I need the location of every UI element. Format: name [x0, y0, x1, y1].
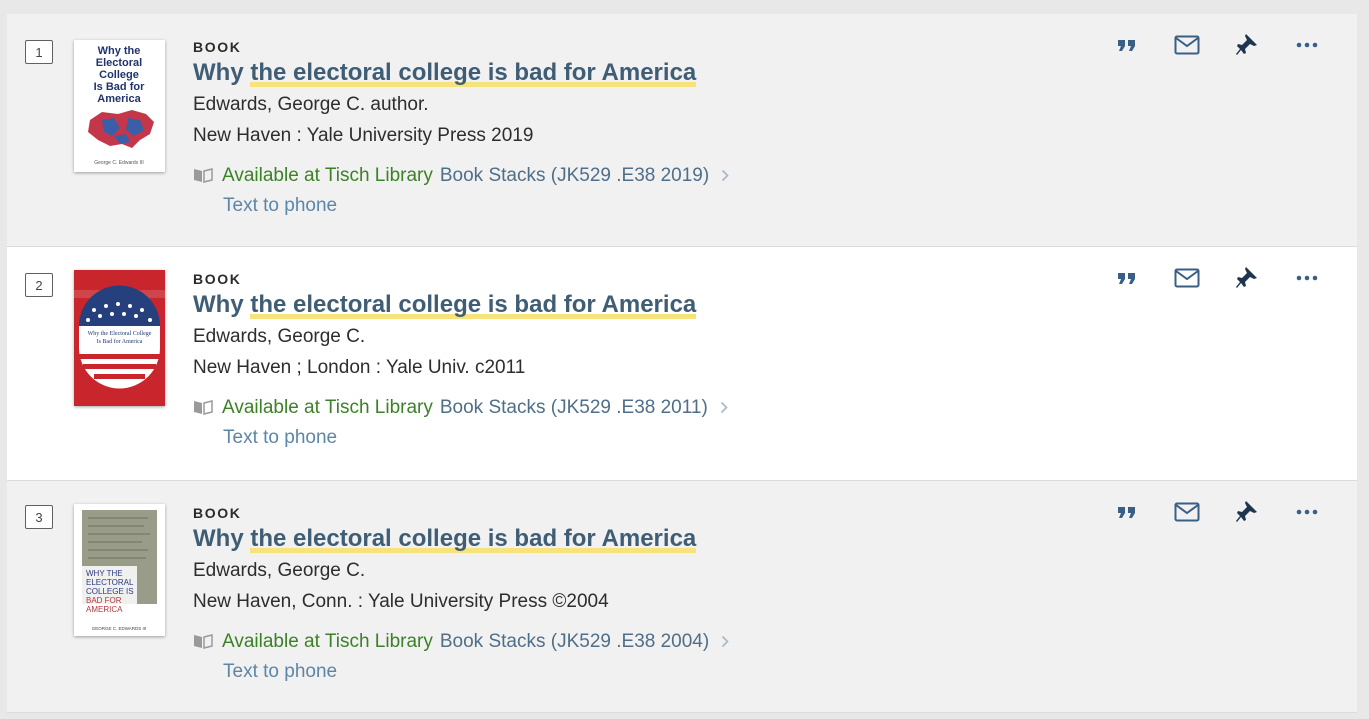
result-title-link[interactable]: Why the electoral college is bad for Ame… — [193, 59, 729, 89]
pin-button[interactable] — [1217, 263, 1277, 293]
result-actions — [1097, 263, 1337, 293]
chevron-right-icon[interactable] — [720, 401, 728, 414]
cite-button[interactable] — [1097, 497, 1157, 527]
result-author: Edwards, George C. author. — [193, 94, 429, 115]
email-button[interactable] — [1157, 263, 1217, 293]
svg-text:WHY THE: WHY THE — [86, 569, 123, 578]
result-actions — [1097, 30, 1337, 60]
title-highlight: the electoral college is bad for America — [250, 291, 697, 319]
quote-icon — [1118, 507, 1135, 518]
result-author: Edwards, George C. — [193, 560, 366, 581]
email-button[interactable] — [1157, 497, 1217, 527]
availability-line[interactable]: Available at Tisch Library Book Stacks (J… — [193, 161, 729, 191]
title-prefix: Why — [193, 291, 251, 318]
open-book-icon — [194, 634, 213, 649]
resource-type: BOOK — [193, 505, 242, 521]
pushpin-icon — [1236, 267, 1257, 288]
cite-button[interactable] — [1097, 263, 1157, 293]
result-item: 3 WHY THE ELECTORAL COLLEGE IS BAD FOR A… — [7, 481, 1357, 713]
availability-line[interactable]: Available at Tisch Library Book Stacks (J… — [193, 393, 728, 423]
pin-button[interactable] — [1217, 30, 1277, 60]
open-book-icon — [194, 400, 213, 415]
svg-text:Is Bad for: Is Bad for — [94, 81, 145, 93]
open-book-icon — [194, 168, 213, 183]
result-info: BOOK Why the electoral college is bad fo… — [193, 270, 728, 453]
envelope-icon — [1174, 35, 1200, 55]
pushpin-icon — [1236, 501, 1257, 522]
result-publisher: New Haven : Yale University Press 2019 — [193, 125, 534, 146]
result-index: 1 — [25, 40, 53, 64]
email-button[interactable] — [1157, 30, 1217, 60]
result-index: 2 — [25, 273, 53, 297]
title-highlight: the electoral college is bad for America — [250, 59, 697, 87]
svg-text:COLLEGE IS: COLLEGE IS — [86, 587, 134, 596]
title-prefix: Why — [193, 59, 251, 86]
svg-text:Why the Electoral College: Why the Electoral College — [88, 331, 152, 337]
cite-button[interactable] — [1097, 30, 1157, 60]
svg-text:College: College — [99, 69, 139, 81]
svg-text:AMERICA: AMERICA — [86, 605, 123, 614]
book-cover[interactable]: WHY THE ELECTORAL COLLEGE IS BAD FOR AME… — [74, 504, 165, 636]
availability-line[interactable]: Available at Tisch Library Book Stacks (J… — [193, 627, 729, 657]
result-item: 1 Why the Electoral College Is Bad for A… — [7, 14, 1357, 247]
title-prefix: Why — [193, 525, 251, 552]
text-to-phone-link[interactable]: Text to phone — [223, 423, 728, 453]
resource-type: BOOK — [193, 271, 242, 287]
quote-icon — [1118, 273, 1135, 284]
results-list: 1 Why the Electoral College Is Bad for A… — [7, 14, 1357, 713]
title-highlight: the electoral college is bad for America — [250, 525, 697, 553]
more-actions-button[interactable] — [1277, 497, 1337, 527]
text-to-phone-link[interactable]: Text to phone — [223, 657, 729, 687]
more-actions-button[interactable] — [1277, 30, 1337, 60]
text-to-phone-link[interactable]: Text to phone — [223, 191, 729, 221]
envelope-icon — [1174, 502, 1200, 522]
result-info: BOOK Why the electoral college is bad fo… — [193, 38, 729, 221]
result-publisher: New Haven, Conn. : Yale University Press… — [193, 591, 609, 612]
availability-status[interactable]: Available at Tisch Library — [222, 397, 433, 418]
svg-text:America: America — [97, 93, 141, 105]
result-title-link[interactable]: Why the electoral college is bad for Ame… — [193, 525, 729, 555]
availability-status[interactable]: Available at Tisch Library — [222, 631, 433, 652]
pin-button[interactable] — [1217, 497, 1277, 527]
svg-text:Why the: Why the — [98, 45, 141, 57]
ellipsis-icon — [1296, 509, 1318, 515]
svg-text:GEORGE C. EDWARDS III: GEORGE C. EDWARDS III — [92, 626, 147, 631]
quote-icon — [1118, 40, 1135, 51]
availability-location[interactable]: Book Stacks (JK529 .E38 2019) — [440, 165, 709, 186]
more-actions-button[interactable] — [1277, 263, 1337, 293]
pushpin-icon — [1236, 34, 1257, 55]
result-publisher: New Haven ; London : Yale Univ. c2011 — [193, 357, 526, 378]
ellipsis-icon — [1296, 275, 1318, 281]
svg-text:BAD FOR: BAD FOR — [86, 596, 122, 605]
result-info: BOOK Why the electoral college is bad fo… — [193, 504, 729, 687]
chevron-right-icon[interactable] — [721, 169, 729, 182]
availability-location[interactable]: Book Stacks (JK529 .E38 2004) — [440, 631, 709, 652]
ellipsis-icon — [1296, 42, 1318, 48]
svg-text:George C. Edwards III: George C. Edwards III — [94, 160, 143, 166]
result-title-link[interactable]: Why the electoral college is bad for Ame… — [193, 291, 728, 321]
availability-status[interactable]: Available at Tisch Library — [222, 165, 433, 186]
svg-text:ELECTORAL: ELECTORAL — [86, 578, 134, 587]
envelope-icon — [1174, 268, 1200, 288]
svg-text:Is Bad for America: Is Bad for America — [97, 338, 143, 345]
result-index: 3 — [25, 505, 53, 529]
chevron-right-icon[interactable] — [721, 635, 729, 648]
result-actions — [1097, 497, 1337, 527]
availability-location[interactable]: Book Stacks (JK529 .E38 2011) — [440, 397, 708, 418]
result-author: Edwards, George C. — [193, 326, 366, 347]
book-cover[interactable]: Why the Electoral College Is Bad for Ame… — [74, 40, 165, 172]
result-item: 2 Why the Electoral College Is Bad for A… — [7, 247, 1357, 481]
book-cover[interactable]: Why the Electoral College Is Bad for Ame… — [74, 270, 165, 406]
svg-text:Electoral: Electoral — [96, 57, 142, 69]
resource-type: BOOK — [193, 39, 242, 55]
